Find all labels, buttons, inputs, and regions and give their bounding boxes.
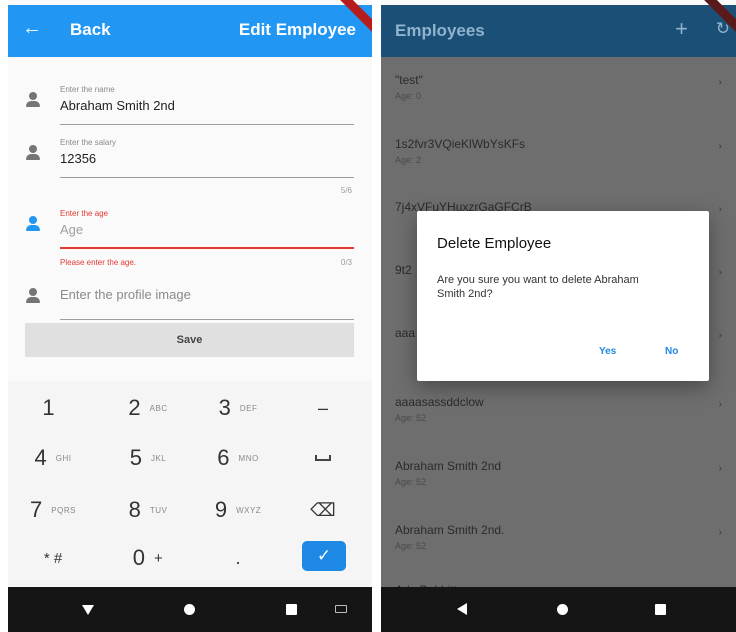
no-button[interactable]: No <box>665 346 678 357</box>
chevron-right-icon: › <box>718 527 722 538</box>
chevron-right-icon: › <box>718 267 722 278</box>
list-item[interactable]: "test" Age: 0 › <box>381 57 736 119</box>
edit-app-bar: ← Back Edit Employee <box>8 0 372 57</box>
back-arrow-icon[interactable]: ← <box>22 17 42 40</box>
name-input[interactable]: Abraham Smith 2nd <box>60 98 175 113</box>
nav-home-icon[interactable] <box>557 604 568 615</box>
page-title: Employees <box>395 21 485 40</box>
key-star-hash[interactable]: * # <box>18 539 88 577</box>
list-item[interactable]: Abraham Smith 2nd Age: 52 › <box>381 443 736 505</box>
list-item[interactable]: Abraham Smith 2nd. Age: 52 › <box>381 507 736 569</box>
key-dot[interactable]: . <box>198 539 278 577</box>
key-8[interactable]: 8 TUV <box>108 491 188 529</box>
key-backspace[interactable]: ⌫ <box>294 491 352 529</box>
profile-image-underline <box>60 319 354 320</box>
key-0[interactable]: 0 + <box>108 539 188 577</box>
add-icon[interactable]: + <box>675 16 688 42</box>
nav-back-icon[interactable] <box>82 605 94 615</box>
person-icon <box>26 216 40 232</box>
salary-underline <box>60 177 354 178</box>
age-counter: 0/3 <box>340 258 352 267</box>
age-error-text: Please enter the age. <box>60 258 137 267</box>
salary-input[interactable]: 12356 <box>60 151 96 166</box>
edit-employee-screen: ← Back Edit Employee Enter the name Abra… <box>8 0 372 632</box>
key-9[interactable]: 9 WXYZ <box>198 491 278 529</box>
numeric-keypad: 1 2 ABC 3 DEF – 4 GHI 5 JKL 6 MNO 7 PQRS 8 TUV … <box>8 381 372 586</box>
chevron-right-icon: › <box>718 330 722 341</box>
key-1[interactable]: 1 <box>18 389 88 427</box>
done-key[interactable]: ✓ <box>302 541 346 571</box>
salary-counter: 5/6 <box>340 186 352 195</box>
name-underline <box>60 124 354 125</box>
page-title: Edit Employee <box>238 20 356 39</box>
key-space[interactable] <box>294 439 352 477</box>
android-nav-bar <box>8 587 372 632</box>
nav-recents-icon[interactable] <box>655 604 666 615</box>
age-field-label: Enter the age <box>60 209 109 218</box>
backspace-icon: ⌫ <box>310 499 336 520</box>
space-icon <box>315 455 331 461</box>
person-icon <box>26 288 40 304</box>
chevron-right-icon: › <box>718 141 722 152</box>
chevron-right-icon: › <box>718 399 722 410</box>
person-icon <box>26 92 40 108</box>
age-underline <box>60 247 354 249</box>
nav-recents-icon[interactable] <box>286 604 297 615</box>
key-5[interactable]: 5 JKL <box>108 439 188 477</box>
delete-employee-dialog: Delete Employee Are you sure you want to… <box>417 211 709 381</box>
age-input[interactable]: Age <box>60 222 83 237</box>
key-6[interactable]: 6 MNO <box>198 439 278 477</box>
list-item[interactable]: aaaasassddclow Age: 52 › <box>381 379 736 441</box>
employees-app-bar: Employees + ↻ <box>381 0 736 57</box>
person-icon <box>26 145 40 161</box>
key-2[interactable]: 2 ABC <box>108 389 188 427</box>
keyboard-switch-icon[interactable] <box>335 605 347 613</box>
salary-field-label: Enter the salary <box>60 138 117 147</box>
save-button[interactable]: Save <box>25 323 354 357</box>
employees-screen: Employees + ↻ "test" Age: 0 › 1s2fvr3VQi… <box>381 0 736 632</box>
android-nav-bar <box>381 587 736 632</box>
check-icon: ✓ <box>316 546 332 565</box>
nav-back-icon[interactable] <box>457 603 467 615</box>
name-field-label: Enter the name <box>60 85 115 94</box>
key-3[interactable]: 3 DEF <box>198 389 278 427</box>
key-7[interactable]: 7 PQRS <box>18 491 88 529</box>
dialog-title: Delete Employee <box>437 235 552 252</box>
key-minus[interactable]: – <box>294 389 352 427</box>
yes-button[interactable]: Yes <box>599 346 616 357</box>
dialog-message: Are you sure you want to delete Abraham … <box>437 274 639 300</box>
key-4[interactable]: 4 GHI <box>18 439 88 477</box>
chevron-right-icon: › <box>718 463 722 474</box>
profile-image-input[interactable]: Enter the profile image <box>60 287 191 302</box>
chevron-right-icon: › <box>718 77 722 88</box>
nav-home-icon[interactable] <box>184 604 195 615</box>
list-item[interactable]: 1s2fvr3VQieKlWbYsKFs Age: 2 › <box>381 121 736 183</box>
chevron-right-icon: › <box>718 204 722 215</box>
back-button[interactable]: Back <box>70 20 111 40</box>
